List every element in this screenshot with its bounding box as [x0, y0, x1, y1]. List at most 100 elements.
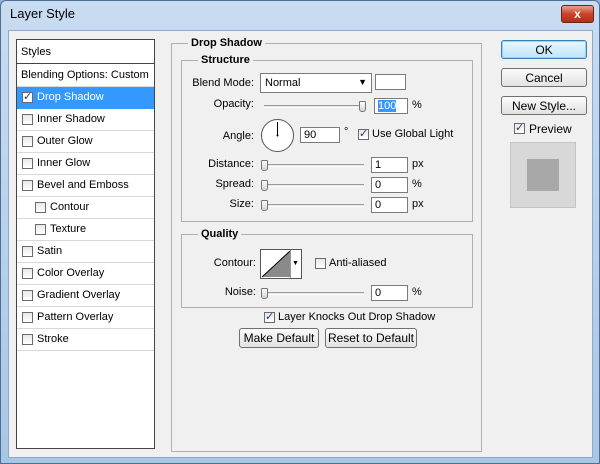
use-global-light-checkbox[interactable] [358, 127, 369, 140]
contour-dropdown-icon[interactable]: ▼ [290, 250, 300, 278]
noise-input[interactable]: 0 [371, 285, 408, 301]
style-checkbox[interactable] [22, 136, 33, 147]
close-icon: x [574, 7, 581, 21]
style-item-contour[interactable]: Contour [17, 197, 154, 219]
style-item-label: Stroke [37, 333, 69, 345]
style-checkbox[interactable] [22, 114, 33, 125]
style-item-label: Blending Options: Custom [21, 69, 149, 81]
structure-title: Structure [198, 54, 253, 66]
shadow-color-swatch[interactable] [375, 74, 406, 90]
style-item-label: Contour [50, 201, 90, 213]
styles-list-header[interactable]: Styles [17, 40, 154, 64]
style-checkbox[interactable] [22, 312, 33, 323]
style-item-inner-shadow[interactable]: Inner Shadow [17, 109, 154, 131]
make-default-button[interactable]: Make Default [239, 328, 319, 348]
contour-label: Contour: [213, 257, 256, 269]
style-item-bevel-and-emboss[interactable]: Bevel and Emboss [17, 175, 154, 197]
ok-button[interactable]: OK [501, 40, 587, 59]
size-slider-track[interactable] [264, 204, 364, 207]
dialog-body: Styles Blending Options: Custom Drop Shad… [8, 30, 593, 458]
spread-input[interactable]: 0 [371, 177, 408, 193]
style-item-label: Inner Shadow [37, 113, 105, 125]
opacity-slider-track[interactable] [264, 105, 364, 108]
styles-header-label: Styles [21, 46, 51, 58]
blend-mode-select[interactable]: Normal ▼ [260, 73, 372, 93]
size-value: 0 [375, 199, 382, 211]
title-bar[interactable]: Layer Style x [1, 1, 599, 29]
preview-checkbox[interactable] [514, 121, 525, 134]
spread-slider-thumb[interactable] [261, 180, 268, 191]
close-button[interactable]: x [561, 5, 594, 23]
noise-value: 0 [375, 287, 382, 299]
preview-shape [527, 159, 559, 191]
style-item-pattern-overlay[interactable]: Pattern Overlay [17, 307, 154, 329]
style-item-label: Inner Glow [37, 157, 91, 169]
angle-label: Angle: [222, 130, 254, 142]
reset-to-default-button[interactable]: Reset to Default [325, 328, 417, 348]
style-item-texture[interactable]: Texture [17, 219, 154, 241]
opacity-label: Opacity: [213, 98, 254, 110]
style-item-gradient-overlay[interactable]: Gradient Overlay [17, 285, 154, 307]
reset-to-default-label: Reset to Default [327, 331, 415, 345]
chevron-down-icon: ▼ [358, 77, 367, 87]
size-slider-thumb[interactable] [261, 200, 268, 211]
new-style-button[interactable]: New Style... [501, 96, 587, 115]
drop-shadow-title: Drop Shadow [188, 37, 265, 49]
style-item-label: Drop Shadow [37, 91, 104, 103]
angle-input[interactable]: 90 [300, 127, 340, 143]
distance-value: 1 [375, 159, 382, 171]
size-input[interactable]: 0 [371, 197, 408, 213]
style-item-blending-options-custom[interactable]: Blending Options: Custom [17, 65, 154, 87]
style-item-satin[interactable]: Satin [17, 241, 154, 263]
style-item-stroke[interactable]: Stroke [17, 329, 154, 351]
style-item-label: Bevel and Emboss [37, 179, 129, 191]
opacity-unit: % [412, 99, 422, 111]
style-checkbox[interactable] [35, 224, 46, 235]
layer-style-window: Layer Style x Styles Blending Options: C… [0, 0, 600, 464]
distance-slider-track[interactable] [264, 164, 364, 167]
style-checkbox[interactable] [22, 334, 33, 345]
structure-group: Structure Blend Mode: Normal ▼ Opacity: … [181, 54, 473, 222]
spread-label: Spread: [215, 178, 254, 190]
angle-value: 90 [304, 129, 317, 141]
style-checkbox[interactable] [22, 90, 33, 103]
style-item-label: Pattern Overlay [37, 311, 114, 323]
blend-mode-label: Blend Mode: [192, 77, 254, 89]
contour-picker[interactable]: ▼ [260, 249, 302, 279]
anti-aliased-checkbox[interactable] [315, 258, 326, 269]
noise-slider-thumb[interactable] [261, 288, 268, 299]
style-checkbox[interactable] [22, 246, 33, 257]
angle-unit: ° [344, 126, 349, 138]
style-item-color-overlay[interactable]: Color Overlay [17, 263, 154, 285]
cancel-label: Cancel [525, 71, 563, 85]
noise-label: Noise: [224, 286, 256, 298]
distance-slider-thumb[interactable] [261, 160, 268, 171]
style-item-label: Texture [50, 223, 87, 235]
style-checkbox[interactable] [22, 290, 33, 301]
style-checkbox[interactable] [22, 158, 33, 169]
layer-knocks-out-checkbox[interactable] [264, 310, 275, 323]
ok-label: OK [535, 43, 553, 57]
window-title: Layer Style [10, 6, 76, 21]
spread-slider-track[interactable] [264, 184, 364, 187]
style-checkbox[interactable] [35, 202, 46, 213]
distance-label: Distance: [208, 158, 254, 170]
distance-input[interactable]: 1 [371, 157, 408, 173]
style-item-drop-shadow[interactable]: Drop Shadow [17, 87, 154, 109]
style-checkbox[interactable] [22, 180, 33, 191]
drop-shadow-group: Drop Shadow Structure Blend Mode: Normal… [171, 37, 482, 452]
spread-value: 0 [375, 179, 382, 191]
opacity-input[interactable]: 100 [374, 98, 408, 114]
style-item-outer-glow[interactable]: Outer Glow [17, 131, 154, 153]
new-style-label: New Style... [511, 99, 577, 113]
cancel-button[interactable]: Cancel [501, 68, 587, 87]
preview-swatch [510, 142, 576, 208]
noise-slider-track[interactable] [264, 292, 364, 295]
angle-dial[interactable] [260, 118, 295, 153]
style-item-inner-glow[interactable]: Inner Glow [17, 153, 154, 175]
style-checkbox[interactable] [22, 268, 33, 279]
styles-list-panel: Styles Blending Options: Custom Drop Shad… [16, 39, 155, 449]
spread-unit: % [412, 178, 422, 190]
opacity-slider-thumb[interactable] [359, 101, 366, 112]
layer-knocks-out-label: Layer Knocks Out Drop Shadow [278, 311, 436, 323]
